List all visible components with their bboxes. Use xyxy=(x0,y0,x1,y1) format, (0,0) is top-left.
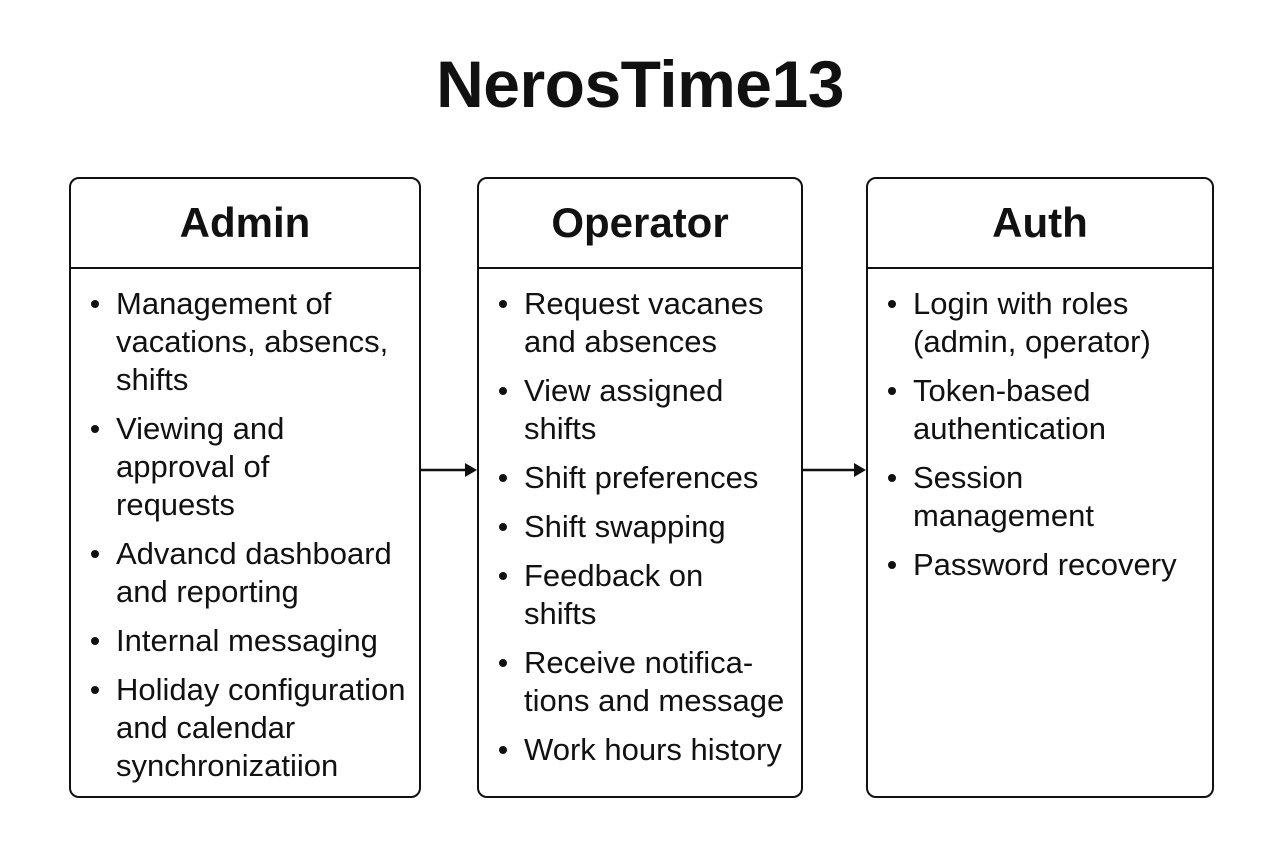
auth-header: Auth xyxy=(868,179,1212,269)
operator-feature-item: View assigned shifts xyxy=(479,372,801,448)
operator-feature-item: Shift preferences xyxy=(479,459,801,497)
operator-box: Operator Request vacanes and absences Vi… xyxy=(477,177,803,798)
operator-header: Operator xyxy=(479,179,801,269)
diagram-title: NerosTime13 xyxy=(436,47,844,121)
admin-feature-item: Advancd dashboard and reporting xyxy=(71,535,419,611)
operator-feature-item: Work hours history xyxy=(479,731,801,769)
admin-feature-item: Internal messaging xyxy=(71,622,419,660)
operator-feature-item: Feedback on shifts xyxy=(479,557,801,633)
operator-feature-list: Request vacanes and absences View assign… xyxy=(479,269,801,769)
operator-feature-item: Shift swapping xyxy=(479,508,801,546)
operator-feature-item: Receive notifica- tions and message xyxy=(479,644,801,720)
admin-feature-item: Holiday configuration and calendar synch… xyxy=(71,671,419,785)
admin-to-operator-arrow xyxy=(421,463,477,477)
admin-feature-list: Management of vacations, absencs, shifts… xyxy=(71,269,419,785)
auth-feature-item: Token-based authentication xyxy=(868,372,1212,448)
admin-header: Admin xyxy=(71,179,419,269)
admin-feature-item: Management of vacations, absencs, shifts xyxy=(71,285,419,399)
admin-feature-item: Viewing and approval of requests xyxy=(71,410,419,524)
auth-feature-item: Login with roles (admin, operator) xyxy=(868,285,1212,361)
auth-feature-item: Password recovery xyxy=(868,546,1212,584)
auth-feature-item: Session management xyxy=(868,459,1212,535)
auth-feature-list: Login with roles (admin, operator) Token… xyxy=(868,269,1212,584)
admin-box: Admin Management of vacations, absencs, … xyxy=(69,177,421,798)
auth-box: Auth Login with roles (admin, operator) … xyxy=(866,177,1214,798)
operator-to-auth-arrow xyxy=(803,463,866,477)
operator-feature-item: Request vacanes and absences xyxy=(479,285,801,361)
